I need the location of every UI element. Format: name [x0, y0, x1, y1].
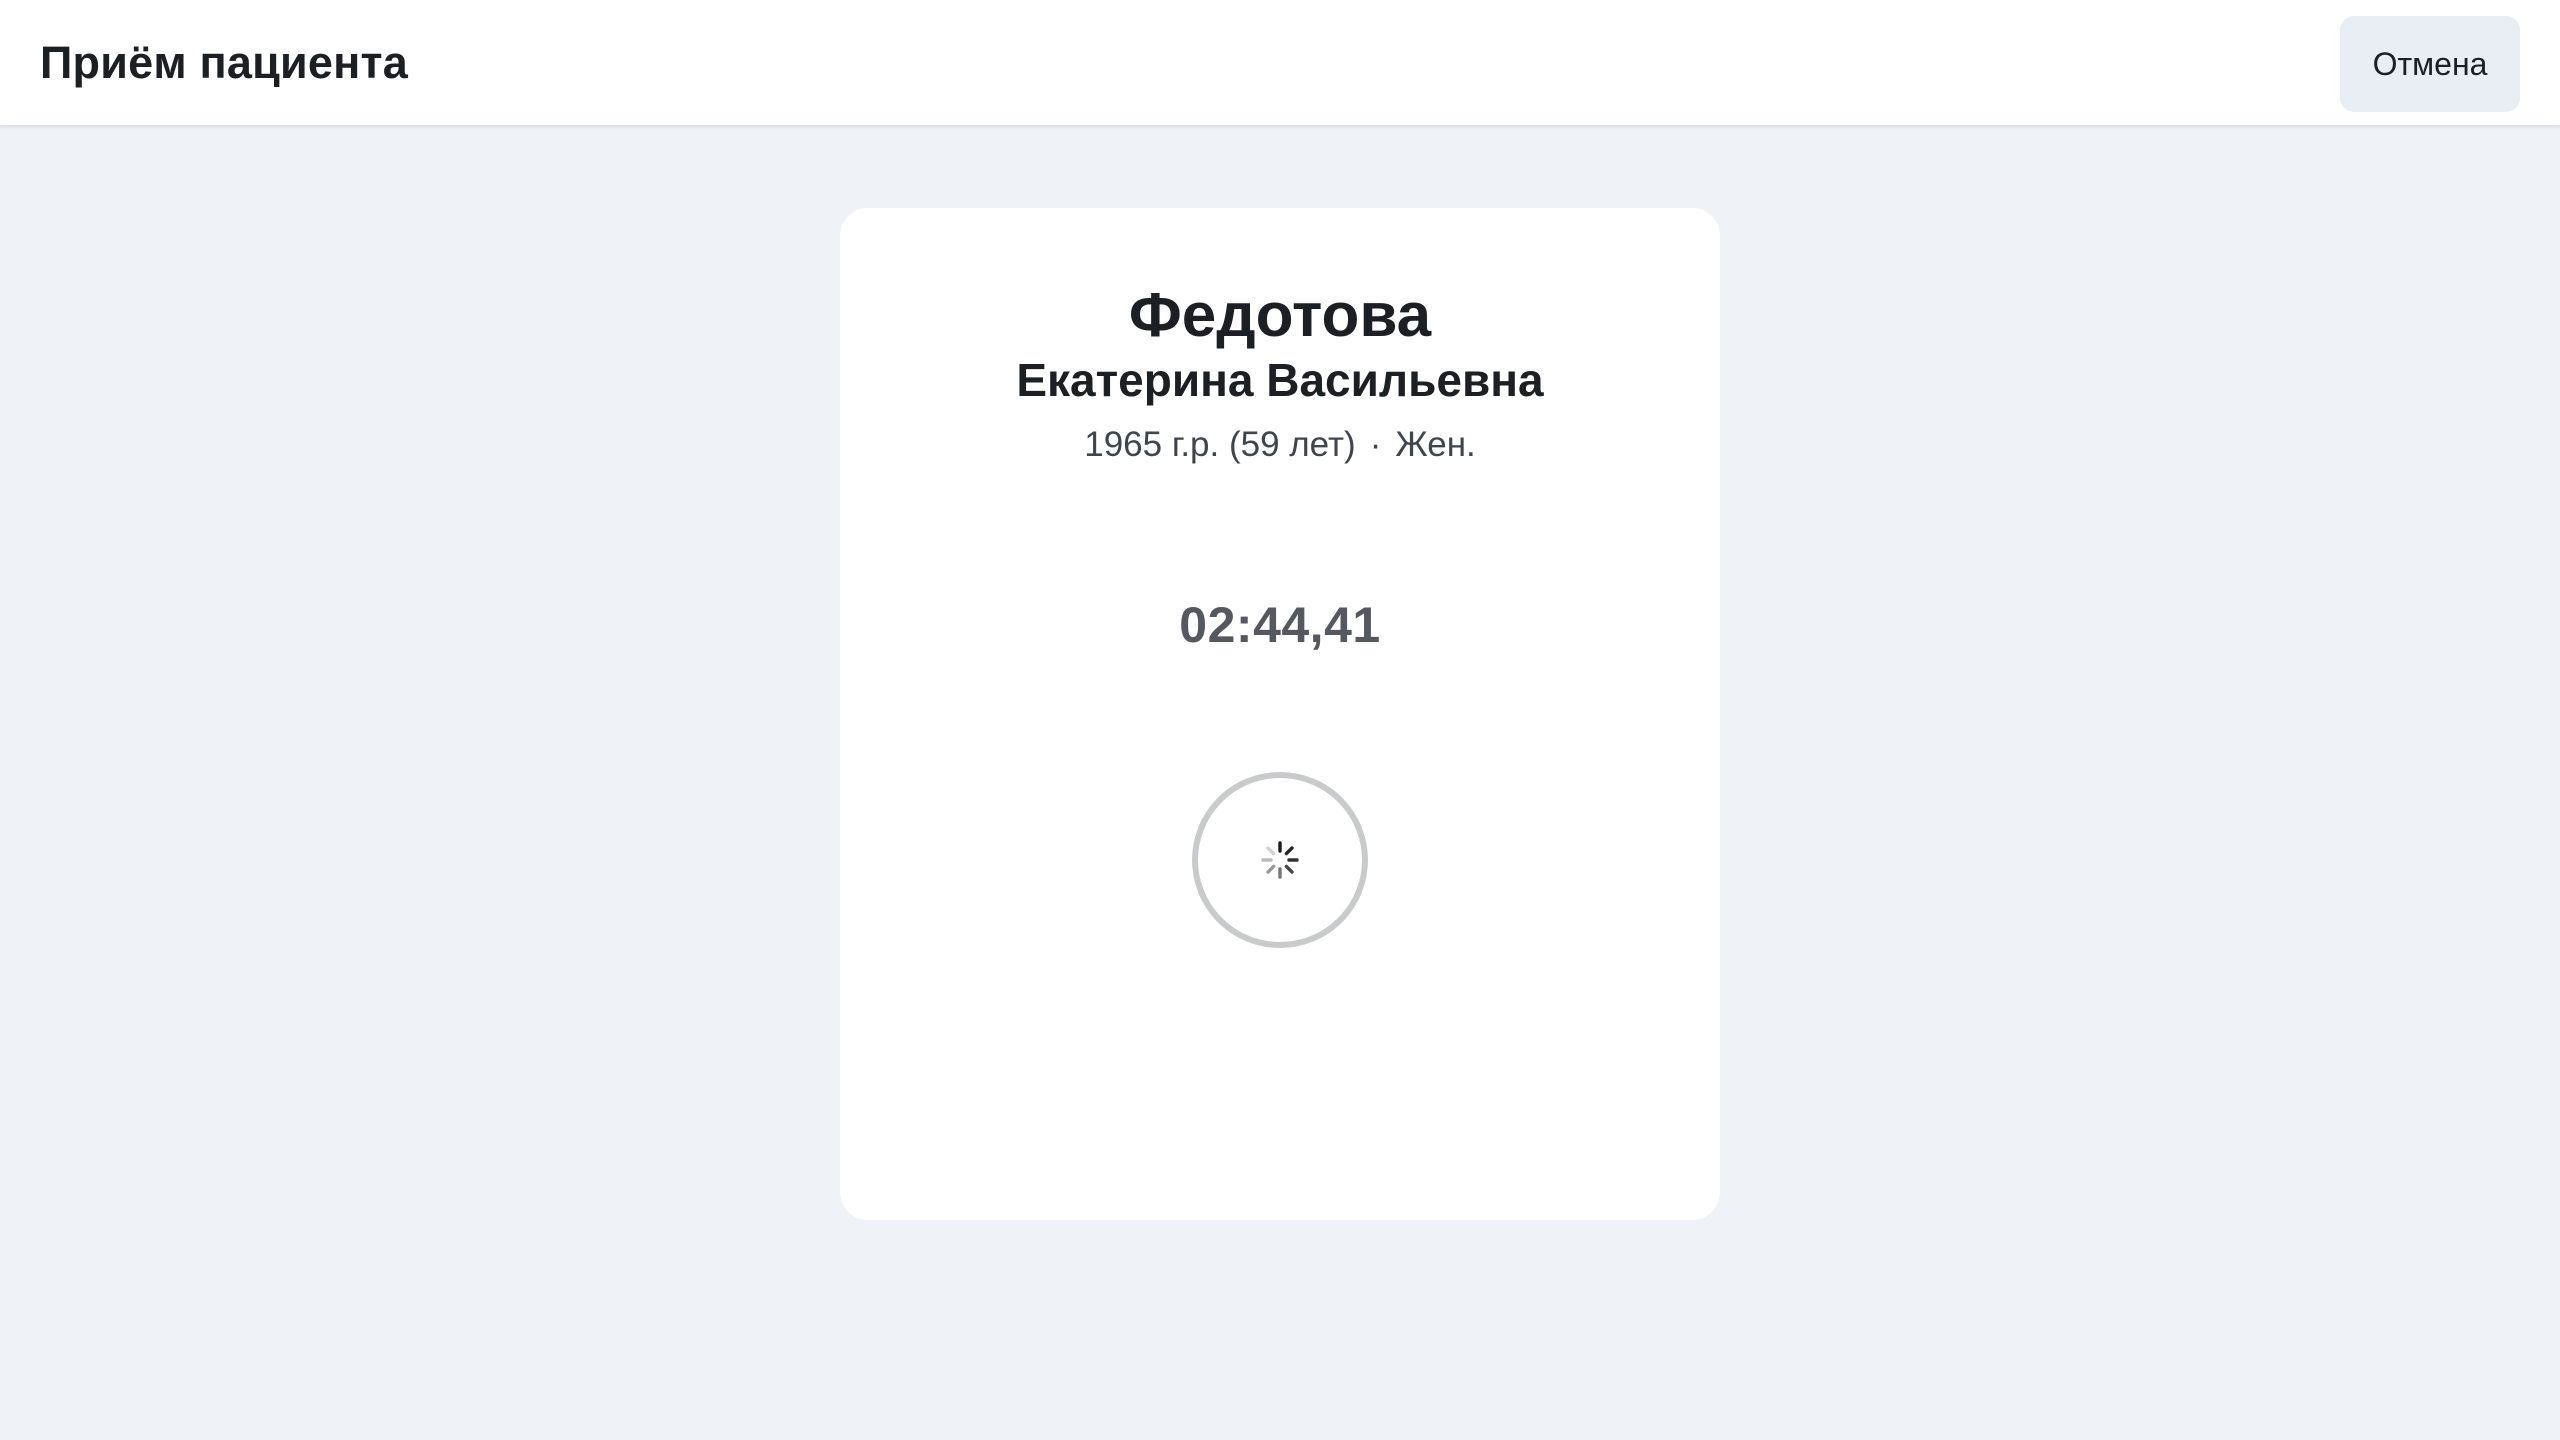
page-title: Приём пациента	[40, 37, 408, 88]
patient-meta: 1965 г.р. (59 лет) · Жен.	[840, 420, 1720, 470]
top-bar: Приём пациента Отмена	[0, 0, 2560, 127]
patient-sex: Жен.	[1395, 425, 1476, 464]
spinner-icon	[1261, 841, 1299, 879]
patient-birth-info: 1965 г.р. (59 лет)	[1084, 425, 1356, 464]
patient-card: Федотова Екатерина Васильевна 1965 г.р. …	[840, 208, 1720, 1220]
appointment-timer: 02:44,41	[1179, 597, 1381, 653]
loader-ring	[1192, 772, 1368, 948]
cancel-button[interactable]: Отмена	[2340, 16, 2520, 112]
patient-surname: Федотова	[1128, 281, 1432, 350]
meta-separator: ·	[1369, 425, 1382, 464]
patient-given-names: Екатерина Васильевна	[1016, 354, 1544, 406]
